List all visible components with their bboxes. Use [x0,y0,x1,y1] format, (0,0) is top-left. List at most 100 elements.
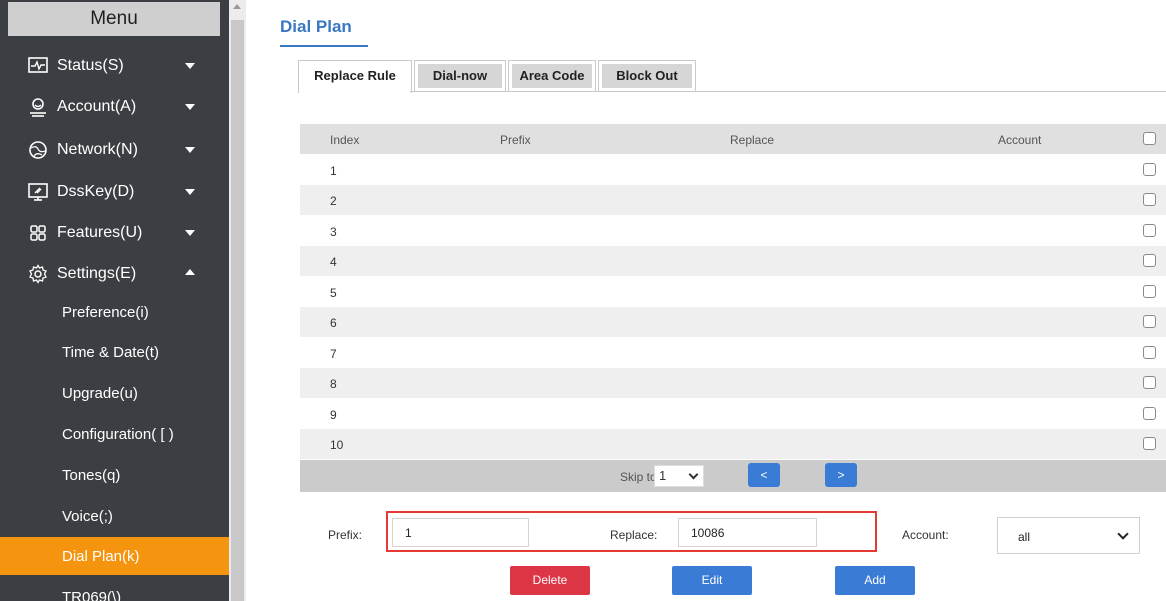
row-index: 5 [330,286,337,300]
row-checkbox[interactable] [1143,437,1156,450]
skip-to-label: Skip to [620,470,657,484]
sidebar-item-dsskey[interactable]: DssKey(D) [0,173,229,211]
sidebar-scrollbar[interactable] [229,0,246,601]
sidebar-subitem-tr069[interactable]: TR069(\) [0,578,229,601]
chevron-up-icon [185,269,195,275]
row-checkbox[interactable] [1143,193,1156,206]
sidebar-item-network[interactable]: Network(N) [0,131,229,169]
account-label: Account: [902,528,949,542]
tab-label: Dial-now [418,64,502,88]
row-checkbox[interactable] [1143,346,1156,359]
sidebar-item-account[interactable]: Account(A) [0,88,229,126]
table-row: 8 [300,368,1166,398]
sidebar-subitem-configuration[interactable]: Configuration( [ ) [0,415,229,453]
add-button[interactable]: Add [835,566,915,595]
sidebar-subitem-upgrade[interactable]: Upgrade(u) [0,374,229,412]
sidebar-subitem-label: Configuration( [ ) [62,426,174,443]
row-index: 10 [330,438,344,452]
sidebar-item-label: Account(A) [57,98,137,115]
tab-label: Block Out [602,64,692,88]
sidebar-item-settings[interactable]: Settings(E) [0,255,229,293]
sidebar-subitem-label: Preference(i) [62,304,149,321]
select-all-checkbox[interactable] [1143,132,1156,145]
account-select[interactable]: all [997,517,1140,554]
pagination-bar: Skip to 1 < > [300,460,1166,492]
header-replace: Replace [730,133,775,147]
title-underline [280,45,368,47]
page-title: Dial Plan [280,17,352,36]
sidebar-subitem-time-date[interactable]: Time & Date(t) [0,333,229,371]
chevron-down-icon [185,189,195,195]
tab-dial-now[interactable]: Dial-now [414,60,506,92]
tab-block-out[interactable]: Block Out [598,60,696,92]
chevron-down-icon [185,230,195,236]
scroll-up-arrow-icon[interactable] [233,4,241,9]
row-checkbox[interactable] [1143,376,1156,389]
page-select-value: 1 [659,468,667,483]
tab-label: Area Code [512,64,592,88]
sidebar-subitem-dial-plan[interactable]: Dial Plan(k) [0,537,229,575]
sidebar-subitem-tones[interactable]: Tones(q) [0,456,229,494]
row-index: 3 [330,225,337,239]
sidebar-item-label: Status(S) [57,57,124,74]
features-icon [28,223,48,243]
row-index: 6 [330,316,337,330]
chevron-down-icon [185,63,195,69]
sidebar-subitem-label: Dial Plan(k) [62,548,140,565]
sidebar-subitem-label: TR069(\) [62,589,122,601]
table-row: 7 [300,338,1166,368]
row-checkbox[interactable] [1143,224,1156,237]
table-row: 4 [300,246,1166,276]
header-account: Account [998,133,1042,147]
row-checkbox[interactable] [1143,285,1156,298]
next-page-button[interactable]: > [825,463,857,487]
row-index: 4 [330,255,337,269]
row-index: 8 [330,377,337,391]
sidebar-item-label: Settings(E) [57,265,137,282]
row-index: 1 [330,164,337,178]
tab-area-code[interactable]: Area Code [508,60,596,92]
chevron-down-icon [185,147,195,153]
account-select-value: all [1018,530,1031,544]
tab-divider [410,91,1166,92]
sidebar: Menu Status(S) Account(A) Network(N) Dss… [0,0,229,601]
sidebar-item-label: Network(N) [57,141,138,158]
highlight-box [386,511,877,552]
page-select[interactable]: 1 [654,465,704,487]
table-row: 2 [300,185,1166,215]
sidebar-subitem-voice[interactable]: Voice(;) [0,497,229,535]
chevron-down-icon [185,104,195,110]
table-header-row: Index Prefix Replace Account [300,124,1166,154]
row-checkbox[interactable] [1143,315,1156,328]
table-row: 10 [300,429,1166,459]
prefix-label: Prefix: [328,528,363,542]
dsskey-icon [28,182,48,202]
sidebar-item-status[interactable]: Status(S) [0,47,229,85]
row-checkbox[interactable] [1143,163,1156,176]
network-icon [28,140,48,160]
sidebar-subitem-label: Voice(;) [62,508,113,525]
sidebar-subitem-label: Tones(q) [62,467,121,484]
scrollbar-thumb[interactable] [231,20,244,601]
prev-page-button[interactable]: < [748,463,780,487]
chevron-down-icon [688,469,699,480]
sidebar-subitem-label: Upgrade(u) [62,385,138,402]
row-index: 2 [330,194,337,208]
table-row: 6 [300,307,1166,337]
settings-icon [28,264,48,284]
row-checkbox[interactable] [1143,254,1156,267]
sidebar-item-features[interactable]: Features(U) [0,214,229,252]
table-row: 1 [300,155,1166,185]
account-icon [28,97,48,117]
edit-button[interactable]: Edit [672,566,752,595]
row-index: 7 [330,347,337,361]
table-row: 5 [300,277,1166,307]
delete-button[interactable]: Delete [510,566,590,595]
tab-replace-rule[interactable]: Replace Rule [298,60,412,93]
table-row: 3 [300,216,1166,246]
sidebar-item-label: Features(U) [57,224,143,241]
sidebar-subitem-preference[interactable]: Preference(i) [0,293,229,331]
tab-label: Replace Rule [302,64,408,90]
row-checkbox[interactable] [1143,407,1156,420]
menu-header: Menu [8,2,220,36]
